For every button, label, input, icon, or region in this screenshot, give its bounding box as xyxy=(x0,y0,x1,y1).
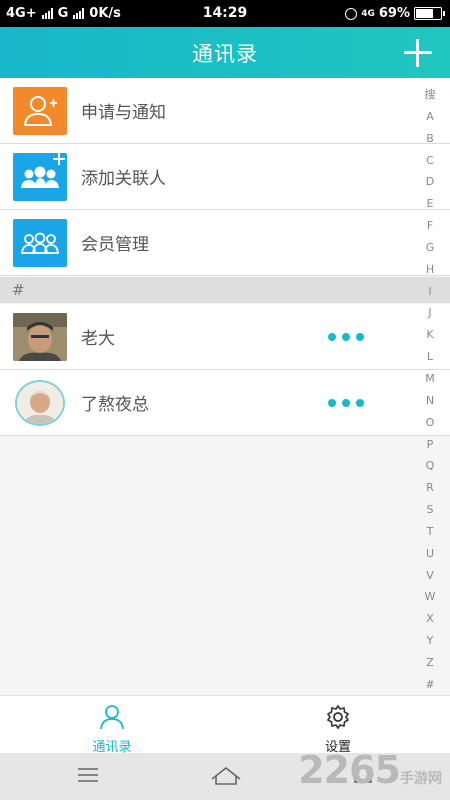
contact-name: 老大 xyxy=(81,329,115,349)
battery-fill xyxy=(416,9,433,18)
menu-label: 会员管理 xyxy=(81,235,149,255)
index-letter[interactable]: T xyxy=(427,525,434,539)
section-header: # xyxy=(0,277,450,303)
app-header: 通讯录 xyxy=(0,27,450,78)
more-dots-icon[interactable] xyxy=(328,333,364,341)
gear-icon xyxy=(326,704,350,730)
menu-item-notifications[interactable]: 申请与通知 xyxy=(0,78,450,144)
index-letter[interactable]: O xyxy=(426,416,435,430)
index-letter[interactable]: L xyxy=(427,350,433,364)
more-dots-icon[interactable] xyxy=(328,399,364,407)
menu-icon[interactable] xyxy=(76,765,100,785)
index-letter[interactable]: Y xyxy=(427,634,434,648)
network-type-right: 4G xyxy=(361,8,375,19)
watermark-logo: 2265手游网 xyxy=(298,748,442,792)
tab-settings[interactable]: 设置 xyxy=(288,700,388,755)
plus-icon[interactable] xyxy=(404,39,432,67)
watermark-number: 2265 xyxy=(298,748,401,792)
index-letter[interactable]: N xyxy=(426,394,434,408)
index-letter[interactable]: A xyxy=(426,110,434,124)
group-add-icon xyxy=(13,153,67,201)
index-letter[interactable]: X xyxy=(426,612,434,626)
index-letter[interactable]: M xyxy=(425,372,435,386)
watermark-suffix: 手游网 xyxy=(400,771,442,787)
status-right: 4G 69% xyxy=(345,6,445,21)
menu-label: 申请与通知 xyxy=(81,103,166,123)
index-letter[interactable]: I xyxy=(428,285,431,299)
index-letter[interactable]: 搜 xyxy=(425,88,436,102)
contact-row[interactable]: 老大 xyxy=(0,304,450,370)
index-letter[interactable]: Q xyxy=(426,459,435,473)
index-letter[interactable]: E xyxy=(427,197,434,211)
menu-item-add-relation[interactable]: 添加关联人 xyxy=(0,144,450,210)
battery-percent: 69% xyxy=(378,6,410,21)
tab-bar: 通讯录 设置 xyxy=(0,695,450,755)
index-letter[interactable]: J xyxy=(428,306,431,320)
index-letter[interactable]: C xyxy=(426,154,434,168)
person-icon xyxy=(100,705,124,730)
avatar xyxy=(15,380,65,426)
index-letter[interactable]: F xyxy=(427,219,433,233)
index-letter[interactable]: R xyxy=(426,481,434,495)
index-letter[interactable]: U xyxy=(426,547,434,561)
members-icon xyxy=(13,219,67,267)
alphabet-index[interactable]: 搜 A B C D E F G H I J K L M N O P Q R S T U V W X Y Z # xyxy=(410,88,450,692)
tab-contacts[interactable]: 通讯录 xyxy=(62,700,162,755)
index-letter[interactable]: W xyxy=(425,590,436,604)
index-letter[interactable]: B xyxy=(426,132,434,146)
menu-item-members[interactable]: 会员管理 xyxy=(0,210,450,276)
avatar xyxy=(13,313,67,361)
user-add-icon xyxy=(13,87,67,135)
index-letter[interactable]: P xyxy=(427,438,434,452)
contact-list: 申请与通知 添加关联人 会员管理 # 老大 了熬夜总 xyxy=(0,78,450,695)
alarm-icon xyxy=(345,7,358,20)
index-letter[interactable]: H xyxy=(426,263,434,277)
index-letter[interactable]: Z xyxy=(426,656,434,670)
contact-name: 了熬夜总 xyxy=(81,395,149,415)
index-letter[interactable]: K xyxy=(426,328,433,342)
index-letter[interactable]: V xyxy=(426,569,434,583)
index-letter[interactable]: # xyxy=(425,678,434,692)
home-icon[interactable] xyxy=(210,765,242,787)
index-letter[interactable]: S xyxy=(427,503,434,517)
index-letter[interactable]: G xyxy=(426,241,435,255)
contact-row[interactable]: 了熬夜总 xyxy=(0,370,450,436)
menu-label: 添加关联人 xyxy=(81,169,166,189)
page-title: 通讯录 xyxy=(192,42,258,66)
status-bar: 4G+ G 0K/s 14:29 4G 69% xyxy=(0,0,450,27)
battery-icon xyxy=(414,7,445,20)
index-letter[interactable]: D xyxy=(426,175,434,189)
